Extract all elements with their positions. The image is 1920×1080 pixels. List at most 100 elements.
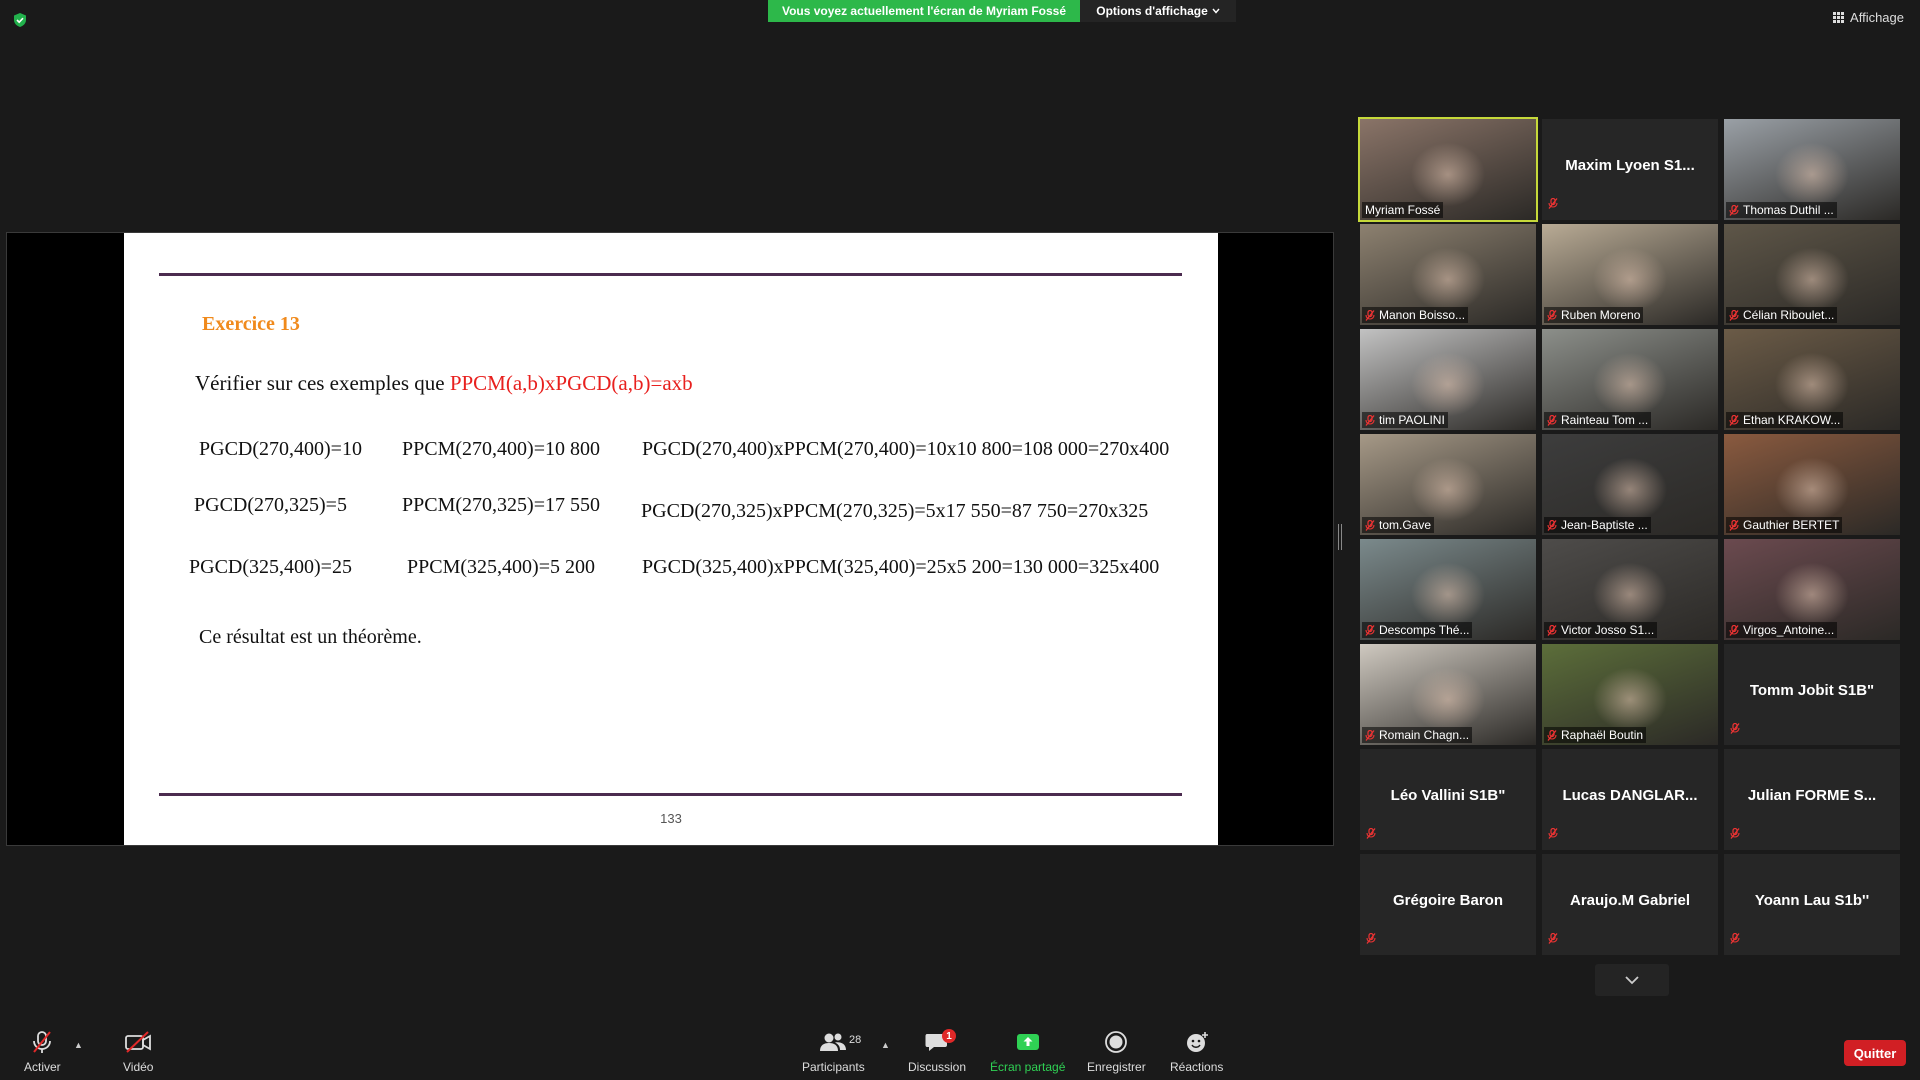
participant-tile[interactable]: Ethan KRAKOW... bbox=[1724, 329, 1900, 430]
view-options-dropdown[interactable]: Options d'affichage bbox=[1080, 0, 1236, 22]
participant-tile[interactable]: Thomas Duthil ... bbox=[1724, 119, 1900, 220]
layout-view-button[interactable]: Affichage bbox=[1833, 10, 1904, 25]
participant-name: Tomm Jobit S1B" bbox=[1749, 682, 1875, 699]
microphone-muted-icon bbox=[1548, 198, 1558, 209]
participant-tile[interactable]: Rainteau Tom ... bbox=[1542, 329, 1718, 430]
participant-name: Myriam Fossé bbox=[1365, 203, 1441, 217]
microphone-muted-icon bbox=[1729, 204, 1739, 216]
participants-options-caret-icon[interactable]: ▲ bbox=[881, 1040, 890, 1050]
slide-top-rule bbox=[159, 273, 1182, 276]
microphone-muted-icon bbox=[1729, 519, 1739, 531]
participants-label: Participants bbox=[802, 1060, 865, 1074]
exercise-instruction: Vérifier sur ces exemples que PPCM(a,b)x… bbox=[195, 371, 693, 396]
row1-product: PGCD(270,400)xPPCM(270,400)=10x10 800=10… bbox=[642, 438, 1170, 460]
chat-label: Discussion bbox=[908, 1060, 967, 1074]
participant-name-label: tim PAOLINI bbox=[1362, 412, 1448, 428]
participant-tile[interactable]: Ruben Moreno bbox=[1542, 224, 1718, 325]
participant-tile[interactable]: Manon Boisso... bbox=[1360, 224, 1536, 325]
chat-unread-badge: 1 bbox=[942, 1029, 956, 1043]
participant-name: tom.Gave bbox=[1379, 518, 1432, 532]
participant-name-label: Raphaël Boutin bbox=[1544, 727, 1647, 743]
video-off-icon bbox=[125, 1031, 152, 1053]
participant-tile[interactable]: Myriam Fossé bbox=[1358, 117, 1538, 222]
microphone-muted-icon bbox=[33, 1031, 52, 1053]
participant-tile[interactable]: Descomps Thé... bbox=[1360, 539, 1536, 640]
participant-tile[interactable]: Julian FORME S... bbox=[1724, 749, 1900, 850]
unmute-button[interactable]: Activer bbox=[24, 1030, 61, 1074]
participant-name: tim PAOLINI bbox=[1379, 413, 1445, 427]
participant-tile[interactable]: Lucas DANGLAR... bbox=[1542, 749, 1718, 850]
slide-bottom-rule bbox=[159, 793, 1182, 796]
microphone-muted-icon bbox=[1547, 519, 1557, 531]
participant-tile[interactable]: Raphaël Boutin bbox=[1542, 644, 1718, 745]
microphone-muted-icon bbox=[1365, 729, 1375, 741]
security-shield-icon[interactable] bbox=[12, 12, 28, 28]
microphone-muted-icon bbox=[1547, 309, 1557, 321]
participant-tile[interactable]: Jean-Baptiste ... bbox=[1542, 434, 1718, 535]
presentation-slide: Exercice 13 Vérifier sur ces exemples qu… bbox=[124, 233, 1218, 845]
participant-tile[interactable]: Romain Chagn... bbox=[1360, 644, 1536, 745]
participant-mute-indicator bbox=[1730, 721, 1740, 739]
row2-ppcm: PPCM(270,325)=17 550 bbox=[402, 494, 600, 516]
participant-mute-indicator bbox=[1730, 826, 1740, 844]
gallery-next-page-button[interactable] bbox=[1595, 964, 1669, 996]
share-screen-button[interactable]: Écran partagé bbox=[990, 1030, 1065, 1074]
participant-name: Raphaël Boutin bbox=[1561, 728, 1644, 742]
participant-tile[interactable]: Célian Riboulet... bbox=[1724, 224, 1900, 325]
participant-tile[interactable]: Victor Josso S1... bbox=[1542, 539, 1718, 640]
participant-name: Léo Vallini S1B" bbox=[1390, 787, 1506, 804]
participant-name: Manon Boisso... bbox=[1379, 308, 1466, 322]
microphone-muted-icon bbox=[1365, 309, 1375, 321]
participant-name: Maxim Lyoen S1... bbox=[1565, 157, 1695, 174]
participant-tile[interactable]: tim PAOLINI bbox=[1360, 329, 1536, 430]
reactions-button[interactable]: Réactions bbox=[1170, 1030, 1223, 1074]
participant-tile[interactable]: Léo Vallini S1B" bbox=[1360, 749, 1536, 850]
participant-name-label: Jean-Baptiste ... bbox=[1544, 517, 1651, 533]
layout-view-label: Affichage bbox=[1850, 10, 1904, 25]
participant-tile[interactable]: Yoann Lau S1b'' bbox=[1724, 854, 1900, 955]
leave-meeting-button[interactable]: Quitter bbox=[1844, 1040, 1906, 1066]
emoji-reaction-icon bbox=[1186, 1032, 1208, 1052]
participant-name-label: Victor Josso S1... bbox=[1544, 622, 1658, 638]
microphone-muted-icon bbox=[1366, 828, 1376, 839]
participant-name: Ruben Moreno bbox=[1561, 308, 1641, 322]
row3-pgcd: PGCD(325,400)=25 bbox=[189, 556, 352, 578]
panel-resize-handle[interactable] bbox=[1338, 524, 1342, 550]
participant-tile[interactable]: tom.Gave bbox=[1360, 434, 1536, 535]
participant-name: Virgos_Antoine... bbox=[1743, 623, 1835, 637]
microphone-muted-icon bbox=[1365, 624, 1375, 636]
participant-tile[interactable]: Tomm Jobit S1B" bbox=[1724, 644, 1900, 745]
participant-tile[interactable]: Gauthier BERTET bbox=[1724, 434, 1900, 535]
participant-mute-indicator bbox=[1548, 931, 1558, 949]
participant-mute-indicator bbox=[1548, 196, 1558, 214]
instruction-text: Vérifier sur ces exemples que bbox=[195, 371, 450, 395]
record-icon bbox=[1105, 1031, 1128, 1053]
row3-product: PGCD(325,400)xPPCM(325,400)=25x5 200=130… bbox=[642, 556, 1160, 578]
microphone-muted-icon bbox=[1548, 933, 1558, 944]
participant-tile[interactable]: Maxim Lyoen S1... bbox=[1542, 119, 1718, 220]
audio-options-caret-icon[interactable]: ▲ bbox=[74, 1040, 83, 1050]
participant-mute-indicator bbox=[1366, 931, 1376, 949]
participant-name-label: Myriam Fossé bbox=[1362, 202, 1444, 218]
participant-name-label: Gauthier BERTET bbox=[1726, 517, 1843, 533]
participant-name: Célian Riboulet... bbox=[1743, 308, 1835, 322]
slide-page-number: 133 bbox=[660, 811, 682, 826]
participant-tile[interactable]: Grégoire Baron bbox=[1360, 854, 1536, 955]
chevron-down-icon bbox=[1212, 8, 1220, 14]
microphone-muted-icon bbox=[1730, 933, 1740, 944]
participant-name: Gauthier BERTET bbox=[1743, 518, 1840, 532]
participants-icon bbox=[820, 1033, 847, 1051]
row2-pgcd: PGCD(270,325)=5 bbox=[194, 494, 347, 516]
video-button[interactable]: Vidéo bbox=[123, 1030, 153, 1074]
chevron-down-icon bbox=[1625, 976, 1639, 985]
participant-tile[interactable]: Araujo.M Gabriel bbox=[1542, 854, 1718, 955]
participant-name-label: Ethan KRAKOW... bbox=[1726, 412, 1844, 428]
microphone-muted-icon bbox=[1547, 624, 1557, 636]
record-button[interactable]: Enregistrer bbox=[1087, 1030, 1146, 1074]
participant-name-label: Manon Boisso... bbox=[1362, 307, 1469, 323]
participant-name: Thomas Duthil ... bbox=[1743, 203, 1834, 217]
microphone-muted-icon bbox=[1548, 828, 1558, 839]
chat-button[interactable]: Discussion bbox=[908, 1030, 966, 1074]
participant-tile[interactable]: Virgos_Antoine... bbox=[1724, 539, 1900, 640]
participant-name-label: Rainteau Tom ... bbox=[1544, 412, 1652, 428]
